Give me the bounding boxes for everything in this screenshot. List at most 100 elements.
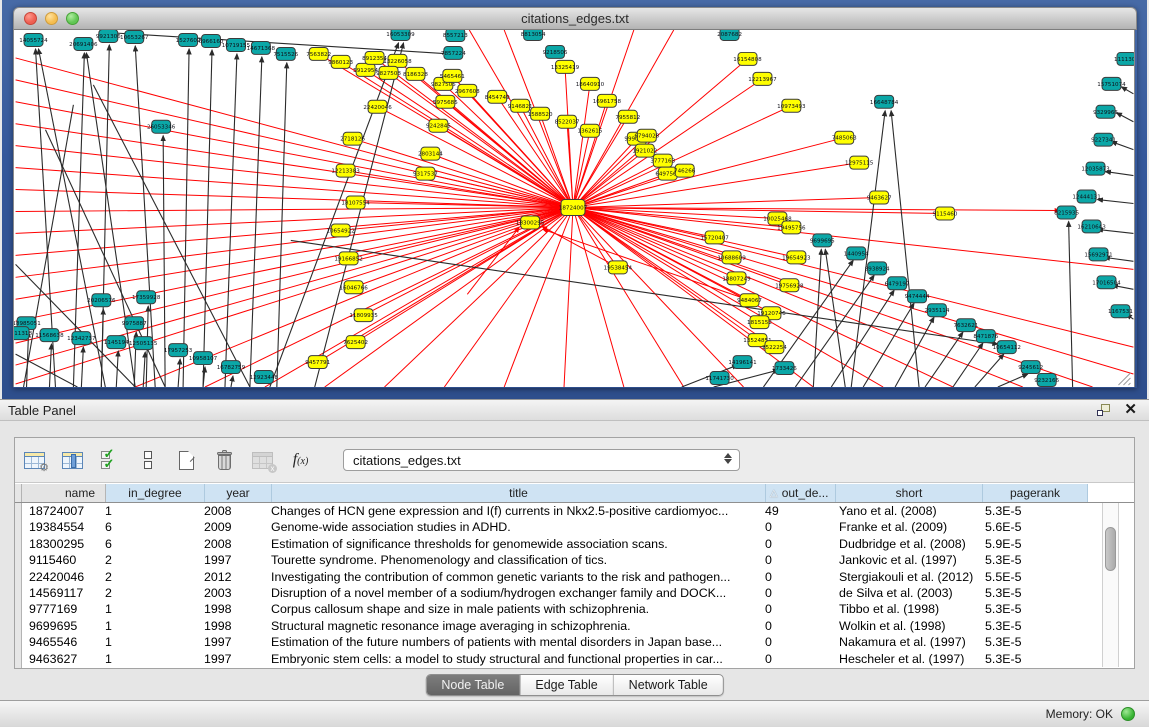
function-builder-button[interactable]: f(x) <box>287 446 314 474</box>
column-header-name[interactable]: name <box>22 484 106 502</box>
graph-node-teal[interactable]: 7857224 <box>441 46 466 59</box>
graph-node-yellow[interactable]: 1362615 <box>578 124 603 137</box>
graph-node-teal[interactable]: 9218506 <box>543 45 568 58</box>
graph-node-yellow[interactable]: 8522037 <box>555 115 580 128</box>
graph-node-yellow[interactable]: 18724007 <box>559 200 588 216</box>
graph-node-yellow[interactable]: 3777163 <box>650 154 675 167</box>
graph-node-yellow[interactable]: 1815152 <box>747 316 772 329</box>
graph-node-teal[interactable]: 8813054 <box>521 30 546 40</box>
graph-node-yellow[interactable]: 7955812 <box>615 110 640 123</box>
graph-node-teal[interactable]: 14055724 <box>19 33 48 46</box>
graph-node-teal[interactable]: 1111304 <box>1114 52 1135 65</box>
graph-node-yellow[interactable]: 16046766 <box>339 281 368 294</box>
table-row[interactable]: 2242004622012Investigating the contribut… <box>15 569 1114 585</box>
table-row[interactable]: 1938455462009Genome-wide association stu… <box>15 519 1114 535</box>
graph-node-teal[interactable]: 10654112 <box>993 341 1021 354</box>
graph-node-teal[interactable]: 8215935 <box>1054 206 1079 219</box>
graph-node-yellow[interactable]: 2718126 <box>340 132 365 145</box>
graph-node-yellow[interactable]: 9484067 <box>737 294 762 307</box>
graph-node-teal[interactable]: 12505135 <box>129 337 158 350</box>
graph-node-teal[interactable]: 10958107 <box>189 352 218 365</box>
table-row[interactable]: 1872400712008Changes of HCN gene express… <box>15 503 1114 519</box>
graph-node-yellow[interactable]: 16154808 <box>733 52 762 65</box>
column-visibility-button[interactable] <box>59 446 86 474</box>
graph-node-yellow[interactable]: 8186328 <box>403 67 428 80</box>
graph-node-teal[interactable]: 20206576 <box>87 294 116 307</box>
graph-node-yellow[interactable]: 9242845 <box>426 119 451 132</box>
graph-node-teal[interactable]: 6966160 <box>199 34 224 47</box>
graph-node-teal[interactable]: 8557213 <box>443 30 468 41</box>
graph-node-yellow[interactable]: 5912954 <box>353 63 378 76</box>
graph-node-yellow[interactable]: 18640910 <box>576 77 605 90</box>
graph-node-yellow[interactable]: 9317537 <box>413 167 438 180</box>
graph-node-teal[interactable]: 9975887 <box>122 317 147 330</box>
graph-node-teal[interactable]: 1527602 <box>176 33 201 46</box>
table-selector-dropdown[interactable]: citations_edges.txt <box>343 449 740 471</box>
graph-node-teal[interactable]: 1145194 <box>104 336 129 349</box>
graph-node-teal[interactable]: 1733426 <box>772 362 797 375</box>
graph-node-yellow[interactable]: 9463627 <box>867 191 892 204</box>
column-header-pagerank[interactable]: pagerank <box>983 484 1088 502</box>
rows-button[interactable] <box>135 446 162 474</box>
graph-node-teal[interactable]: 12035873 <box>1081 162 1110 175</box>
graph-node-yellow[interactable]: 9146821 <box>508 99 533 112</box>
network-canvas[interactable]: 7563822986012359129548912354132260589827… <box>13 30 1135 387</box>
graph-node-yellow[interactable]: 2522254 <box>762 341 787 354</box>
close-panel-icon[interactable]: ✕ <box>1124 404 1137 416</box>
graph-node-teal[interactable]: 16782759 <box>217 361 246 374</box>
graph-node-yellow[interactable]: 10688609 <box>717 251 746 264</box>
graph-node-teal[interactable]: 7515526 <box>273 47 298 60</box>
graph-node-yellow[interactable]: 11809935 <box>349 309 378 322</box>
graph-node-teal[interactable]: 2935114 <box>925 304 950 317</box>
graph-node-yellow[interactable]: 5975685 <box>433 95 458 108</box>
graph-node-teal[interactable]: 2087682 <box>717 30 742 40</box>
graph-node-yellow[interactable]: 2967608 <box>455 84 480 97</box>
graph-node-yellow[interactable]: 5465461 <box>440 69 465 82</box>
graph-node-teal[interactable]: 12444131 <box>1072 190 1101 203</box>
graph-node-teal[interactable]: 16648784 <box>870 95 899 108</box>
graph-node-teal[interactable]: 14671368 <box>247 41 276 54</box>
table-panel-header[interactable]: Table Panel ✕ <box>0 399 1149 421</box>
graph-node-teal[interactable]: 6479197 <box>885 277 910 290</box>
graph-node-yellow[interactable]: 9860123 <box>328 55 353 68</box>
graph-node-teal[interactable]: 9245612 <box>1018 361 1043 374</box>
graph-node-yellow[interactable]: 18107554 <box>341 196 370 209</box>
vertical-scrollbar[interactable] <box>1102 503 1119 667</box>
tab-network-table[interactable]: Network Table <box>613 675 723 695</box>
graph-node-yellow[interactable]: 6794028 <box>634 129 659 142</box>
graph-node-yellow[interactable]: 7485063 <box>832 131 857 144</box>
float-panel-icon[interactable] <box>1097 404 1110 416</box>
graph-node-teal[interactable]: 9227341 <box>1091 133 1116 146</box>
column-header-short[interactable]: short <box>836 484 983 502</box>
new-document-button[interactable] <box>173 446 200 474</box>
column-header-in_degree[interactable]: in_degree <box>106 484 205 502</box>
graph-node-teal[interactable]: 11568638 <box>35 329 64 342</box>
table-row[interactable]: 969969511998Structural magnetic resonanc… <box>15 618 1114 634</box>
graph-node-yellow[interactable]: 16961758 <box>593 94 622 107</box>
graph-node-yellow[interactable]: 7563822 <box>306 47 331 60</box>
graph-node-teal[interactable]: 9921306 <box>96 30 121 42</box>
memory-ok-icon[interactable] <box>1121 707 1135 721</box>
graph-node-yellow[interactable]: 19654923 <box>782 251 811 264</box>
graph-node-teal[interactable]: 9232166 <box>1034 374 1059 387</box>
graph-node-teal[interactable]: 10653267 <box>120 30 149 43</box>
table-row[interactable]: 946362711997Embryonic stem cells: a mode… <box>15 651 1114 667</box>
graph-node-yellow[interactable]: 9827508 <box>376 66 401 79</box>
graph-node-teal[interactable]: 20691406 <box>69 37 98 50</box>
table-row[interactable]: 1456911722003Disruption of a novel membe… <box>15 585 1114 601</box>
graph-node-yellow[interactable]: 8454749 <box>485 90 510 103</box>
graph-node-yellow[interactable]: 12213967 <box>748 72 777 85</box>
graph-node-teal[interactable]: 15692971 <box>1084 248 1113 261</box>
graph-node-teal[interactable]: 17957253 <box>164 344 193 357</box>
column-header-year[interactable]: year <box>205 484 272 502</box>
graph-node-teal[interactable]: 1440954 <box>844 247 869 260</box>
graph-node-yellow[interactable]: 1588520 <box>528 107 553 120</box>
table-row[interactable]: 911546021997Tourette syndrome. Phenomeno… <box>15 552 1114 568</box>
network-view-window[interactable]: citations_edges.txt 75638229860123591295… <box>13 7 1137 388</box>
graph-node-yellow[interactable]: 13325419 <box>551 60 580 73</box>
graph-node-teal[interactable]: 17016504 <box>1092 276 1121 289</box>
graph-node-teal[interactable]: 8471876 <box>973 330 998 343</box>
table-settings-button[interactable]: ⚙ <box>21 446 48 474</box>
graph-node-yellow[interactable]: 12975115 <box>845 156 874 169</box>
graph-node-yellow[interactable]: 15720407 <box>700 231 729 244</box>
